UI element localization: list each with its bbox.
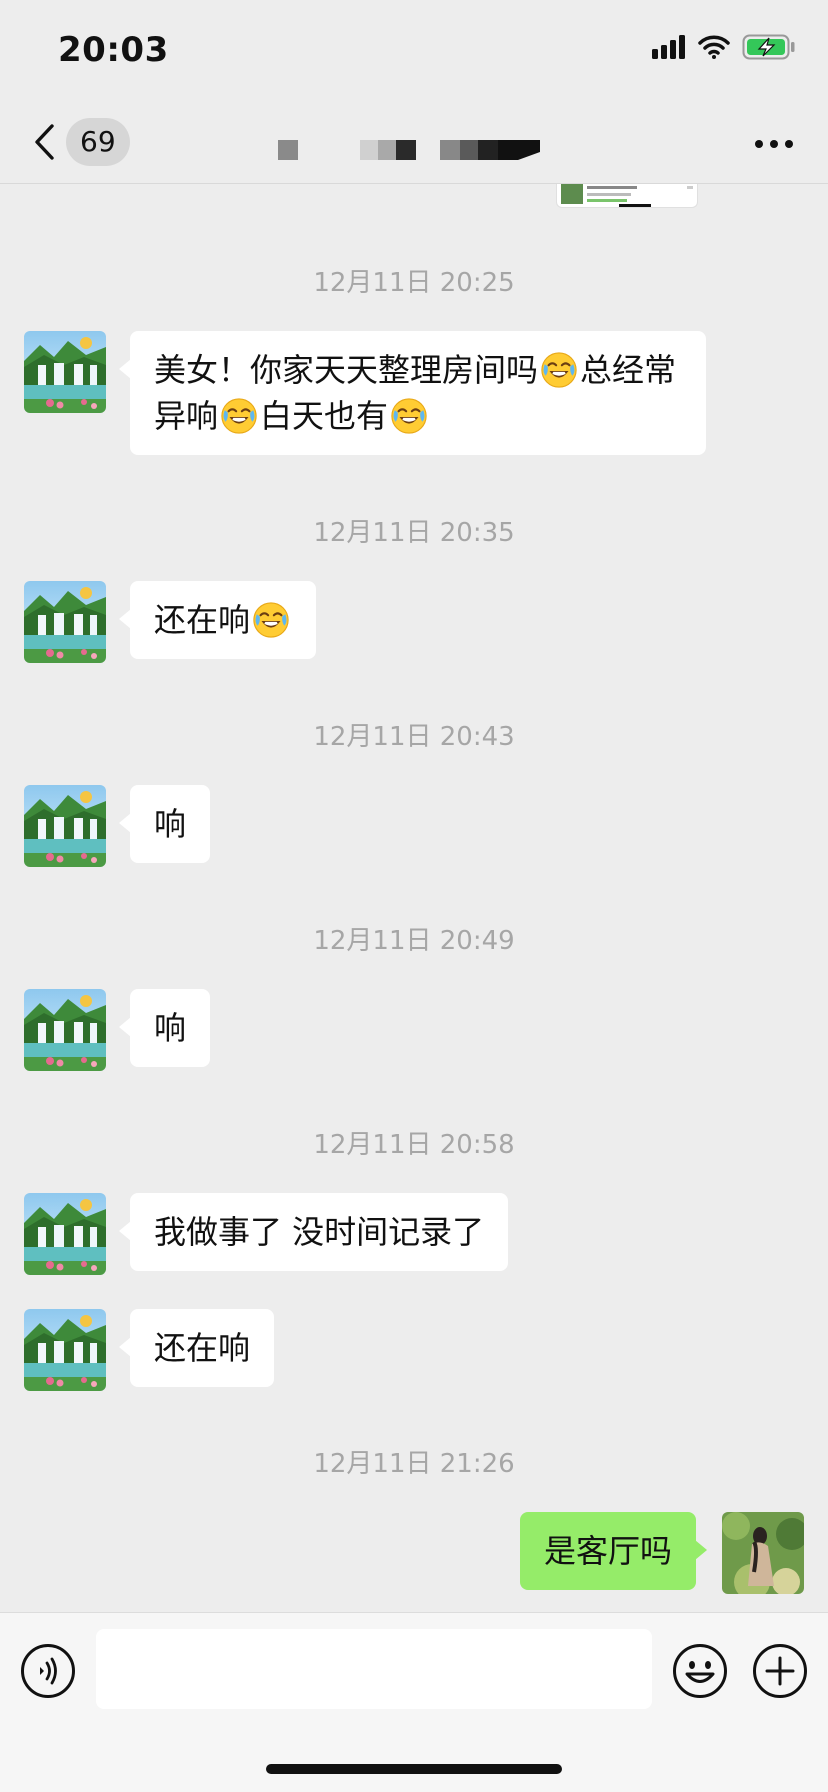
chat-title-redacted <box>278 138 558 162</box>
message-timestamp: 12月11日 21:26 <box>313 1449 515 1479</box>
message-text: 是客厅吗 <box>543 1532 672 1570</box>
laughing-crying-emoji <box>540 351 578 389</box>
message-timestamp: 12月11日 20:35 <box>313 518 515 548</box>
message-bubble[interactable]: 我做事了 没时间记录了 <box>118 1193 509 1271</box>
emoji-button[interactable] <box>672 1643 728 1699</box>
message-timestamp: 12月11日 20:43 <box>313 722 515 752</box>
message-text: 我做事了 没时间记录了 <box>154 1213 485 1251</box>
message-bubble[interactable]: 还在响 <box>118 581 317 659</box>
home-indicator[interactable] <box>266 1764 562 1774</box>
message-bubble[interactable]: 还在响 <box>118 1309 275 1387</box>
message-bubble[interactable]: 美女！你家天天整理房间吗 总经常异响 白天也有 <box>119 331 706 455</box>
message-text: 响 <box>154 805 187 843</box>
laughing-crying-emoji <box>220 397 258 435</box>
message-text: 白天也有 <box>260 397 389 435</box>
laughing-crying-emoji <box>252 601 290 639</box>
contact-avatar[interactable] <box>24 581 106 663</box>
chevron-left-icon <box>28 112 60 172</box>
contact-avatar[interactable] <box>24 989 106 1071</box>
my-avatar[interactable] <box>722 1512 804 1594</box>
laughing-crying-emoji <box>390 397 428 435</box>
more-functions-button[interactable] <box>752 1643 808 1699</box>
voice-input-button[interactable] <box>20 1643 76 1699</box>
status-icons <box>652 34 796 60</box>
voice-icon <box>21 1644 75 1698</box>
more-options-button[interactable] <box>750 124 798 164</box>
battery-charging-icon <box>742 34 795 60</box>
message-text: 还在响 <box>154 601 251 639</box>
contact-avatar[interactable] <box>24 331 106 413</box>
wifi-icon <box>698 35 730 59</box>
message-bubble[interactable]: 响 <box>118 989 211 1067</box>
message-text: 美女！你家天天整理房间吗 <box>154 351 539 389</box>
message-bubble[interactable]: 响 <box>118 785 211 863</box>
message-timestamp: 12月11日 20:58 <box>313 1130 515 1160</box>
cellular-signal-icon <box>652 35 685 59</box>
back-button[interactable]: 69 <box>28 112 130 172</box>
message-text: 还在响 <box>154 1329 251 1367</box>
message-input[interactable] <box>96 1629 652 1709</box>
shared-link-card-partial[interactable] <box>556 184 698 208</box>
status-time: 20:03 <box>58 30 169 70</box>
message-timestamp: 12月11日 20:49 <box>313 926 515 956</box>
message-timestamp: 12月11日 20:25 <box>313 268 515 298</box>
status-bar: 20:03 <box>0 0 828 100</box>
contact-avatar[interactable] <box>24 1193 106 1275</box>
contact-avatar[interactable] <box>24 1309 106 1391</box>
ellipsis-icon <box>755 140 793 148</box>
chat-header: 69 <box>0 100 828 184</box>
message-text: 响 <box>154 1009 187 1047</box>
smiley-icon <box>673 1644 727 1698</box>
contact-avatar[interactable] <box>24 785 106 867</box>
unread-count-badge: 69 <box>66 118 130 166</box>
message-bubble-outgoing[interactable]: 是客厅吗 <box>519 1512 708 1590</box>
plus-icon <box>753 1644 807 1698</box>
